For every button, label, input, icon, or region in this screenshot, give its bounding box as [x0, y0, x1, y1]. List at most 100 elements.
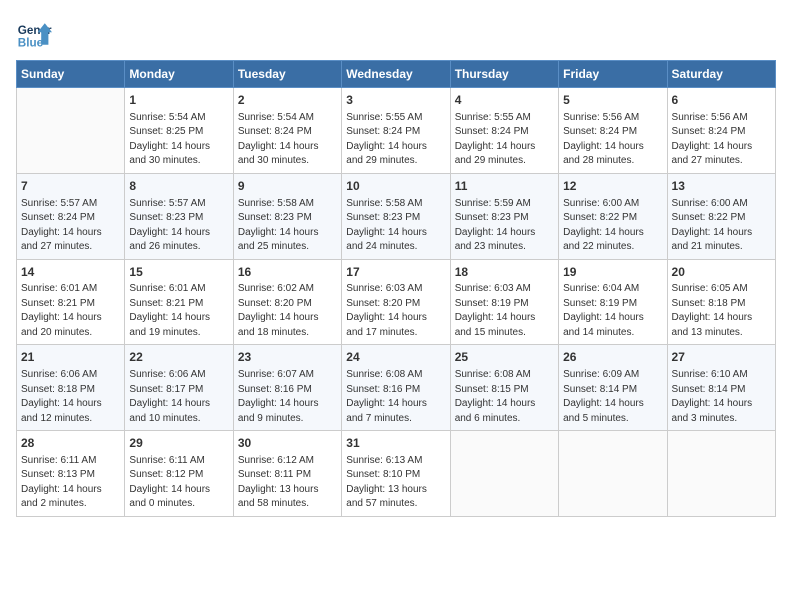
- day-number: 26: [563, 349, 662, 366]
- day-number: 21: [21, 349, 120, 366]
- calendar-cell: 20Sunrise: 6:05 AM Sunset: 8:18 PM Dayli…: [667, 259, 775, 345]
- day-number: 24: [346, 349, 445, 366]
- day-number: 23: [238, 349, 337, 366]
- day-info: Sunrise: 6:06 AM Sunset: 8:17 PM Dayligh…: [129, 368, 228, 426]
- day-info: Sunrise: 6:05 AM Sunset: 8:18 PM Dayligh…: [672, 282, 771, 340]
- calendar-cell: 14Sunrise: 6:01 AM Sunset: 8:21 PM Dayli…: [17, 259, 125, 345]
- day-info: Sunrise: 5:56 AM Sunset: 8:24 PM Dayligh…: [563, 111, 662, 169]
- day-number: 12: [563, 178, 662, 195]
- day-header-friday: Friday: [559, 61, 667, 88]
- day-info: Sunrise: 6:06 AM Sunset: 8:18 PM Dayligh…: [21, 368, 120, 426]
- calendar-table: SundayMondayTuesdayWednesdayThursdayFrid…: [16, 60, 776, 517]
- day-info: Sunrise: 6:07 AM Sunset: 8:16 PM Dayligh…: [238, 368, 337, 426]
- day-info: Sunrise: 6:01 AM Sunset: 8:21 PM Dayligh…: [129, 282, 228, 340]
- calendar-cell: 4 Sunrise: 5:55 AM Sunset: 8:24 PM Daylig…: [450, 88, 558, 174]
- day-number: 10: [346, 178, 445, 195]
- calendar-cell: 15Sunrise: 6:01 AM Sunset: 8:21 PM Dayli…: [125, 259, 233, 345]
- calendar-header-row: SundayMondayTuesdayWednesdayThursdayFrid…: [17, 61, 776, 88]
- calendar-week-row: 14Sunrise: 6:01 AM Sunset: 8:21 PM Dayli…: [17, 259, 776, 345]
- day-header-tuesday: Tuesday: [233, 61, 341, 88]
- day-info: Sunrise: 6:04 AM Sunset: 8:19 PM Dayligh…: [563, 282, 662, 340]
- day-header-wednesday: Wednesday: [342, 61, 450, 88]
- day-number: 1: [129, 92, 228, 109]
- calendar-cell: 28 Sunrise: 6:11 AM Sunset: 8:13 PM Dayli…: [17, 431, 125, 517]
- calendar-cell: 3 Sunrise: 5:55 AM Sunset: 8:24 PM Daylig…: [342, 88, 450, 174]
- day-number: 5: [563, 92, 662, 109]
- calendar-week-row: 21 Sunrise: 6:06 AM Sunset: 8:18 PM Dayli…: [17, 345, 776, 431]
- calendar-cell: 13 Sunrise: 6:00 AM Sunset: 8:22 PM Dayli…: [667, 173, 775, 259]
- day-info: Sunrise: 6:01 AM Sunset: 8:21 PM Dayligh…: [21, 282, 120, 340]
- calendar-cell: 31 Sunrise: 6:13 AM Sunset: 8:10 PM Dayli…: [342, 431, 450, 517]
- calendar-cell: [559, 431, 667, 517]
- calendar-cell: 16Sunrise: 6:02 AM Sunset: 8:20 PM Dayli…: [233, 259, 341, 345]
- calendar-cell: 8Sunrise: 5:57 AM Sunset: 8:23 PM Daylig…: [125, 173, 233, 259]
- day-number: 13: [672, 178, 771, 195]
- day-info: Sunrise: 5:59 AM Sunset: 8:23 PM Dayligh…: [455, 197, 554, 255]
- day-info: Sunrise: 5:55 AM Sunset: 8:24 PM Dayligh…: [455, 111, 554, 169]
- day-info: Sunrise: 5:57 AM Sunset: 8:24 PM Dayligh…: [21, 197, 120, 255]
- day-header-thursday: Thursday: [450, 61, 558, 88]
- day-number: 7: [21, 178, 120, 195]
- day-number: 3: [346, 92, 445, 109]
- day-info: Sunrise: 6:11 AM Sunset: 8:13 PM Dayligh…: [21, 454, 120, 512]
- day-number: 9: [238, 178, 337, 195]
- day-number: 15: [129, 264, 228, 281]
- day-number: 2: [238, 92, 337, 109]
- day-info: Sunrise: 6:03 AM Sunset: 8:19 PM Dayligh…: [455, 282, 554, 340]
- day-number: 16: [238, 264, 337, 281]
- calendar-cell: [667, 431, 775, 517]
- calendar-cell: 6 Sunrise: 5:56 AM Sunset: 8:24 PM Daylig…: [667, 88, 775, 174]
- day-info: Sunrise: 6:09 AM Sunset: 8:14 PM Dayligh…: [563, 368, 662, 426]
- calendar-cell: 30 Sunrise: 6:12 AM Sunset: 8:11 PM Dayli…: [233, 431, 341, 517]
- day-number: 20: [672, 264, 771, 281]
- calendar-cell: [450, 431, 558, 517]
- day-number: 30: [238, 435, 337, 452]
- day-number: 11: [455, 178, 554, 195]
- day-info: Sunrise: 6:00 AM Sunset: 8:22 PM Dayligh…: [672, 197, 771, 255]
- day-info: Sunrise: 6:10 AM Sunset: 8:14 PM Dayligh…: [672, 368, 771, 426]
- day-number: 31: [346, 435, 445, 452]
- day-number: 18: [455, 264, 554, 281]
- calendar-cell: 27 Sunrise: 6:10 AM Sunset: 8:14 PM Dayli…: [667, 345, 775, 431]
- calendar-cell: 12 Sunrise: 6:00 AM Sunset: 8:22 PM Dayli…: [559, 173, 667, 259]
- calendar-cell: 10 Sunrise: 5:58 AM Sunset: 8:23 PM Dayli…: [342, 173, 450, 259]
- day-info: Sunrise: 5:54 AM Sunset: 8:24 PM Dayligh…: [238, 111, 337, 169]
- calendar-cell: 5 Sunrise: 5:56 AM Sunset: 8:24 PM Daylig…: [559, 88, 667, 174]
- day-header-saturday: Saturday: [667, 61, 775, 88]
- calendar-cell: 22Sunrise: 6:06 AM Sunset: 8:17 PM Dayli…: [125, 345, 233, 431]
- calendar-cell: 19Sunrise: 6:04 AM Sunset: 8:19 PM Dayli…: [559, 259, 667, 345]
- day-info: Sunrise: 5:56 AM Sunset: 8:24 PM Dayligh…: [672, 111, 771, 169]
- day-number: 27: [672, 349, 771, 366]
- page-header: General Blue: [16, 16, 776, 52]
- day-info: Sunrise: 6:08 AM Sunset: 8:16 PM Dayligh…: [346, 368, 445, 426]
- logo-icon: General Blue: [16, 16, 52, 52]
- day-number: 19: [563, 264, 662, 281]
- day-number: 8: [129, 178, 228, 195]
- calendar-cell: [17, 88, 125, 174]
- day-info: Sunrise: 6:12 AM Sunset: 8:11 PM Dayligh…: [238, 454, 337, 512]
- day-info: Sunrise: 6:13 AM Sunset: 8:10 PM Dayligh…: [346, 454, 445, 512]
- calendar-cell: 23 Sunrise: 6:07 AM Sunset: 8:16 PM Dayli…: [233, 345, 341, 431]
- svg-text:Blue: Blue: [18, 37, 44, 50]
- day-info: Sunrise: 6:00 AM Sunset: 8:22 PM Dayligh…: [563, 197, 662, 255]
- day-header-sunday: Sunday: [17, 61, 125, 88]
- calendar-cell: 11 Sunrise: 5:59 AM Sunset: 8:23 PM Dayli…: [450, 173, 558, 259]
- day-info: Sunrise: 5:58 AM Sunset: 8:23 PM Dayligh…: [346, 197, 445, 255]
- day-number: 4: [455, 92, 554, 109]
- calendar-week-row: 7 Sunrise: 5:57 AM Sunset: 8:24 PM Daylig…: [17, 173, 776, 259]
- calendar-cell: 1 Sunrise: 5:54 AM Sunset: 8:25 PM Daylig…: [125, 88, 233, 174]
- day-info: Sunrise: 5:55 AM Sunset: 8:24 PM Dayligh…: [346, 111, 445, 169]
- calendar-week-row: 28 Sunrise: 6:11 AM Sunset: 8:13 PM Dayli…: [17, 431, 776, 517]
- calendar-cell: 29Sunrise: 6:11 AM Sunset: 8:12 PM Dayli…: [125, 431, 233, 517]
- day-info: Sunrise: 5:54 AM Sunset: 8:25 PM Dayligh…: [129, 111, 228, 169]
- calendar-cell: 26 Sunrise: 6:09 AM Sunset: 8:14 PM Dayli…: [559, 345, 667, 431]
- day-number: 17: [346, 264, 445, 281]
- day-number: 14: [21, 264, 120, 281]
- day-info: Sunrise: 6:03 AM Sunset: 8:20 PM Dayligh…: [346, 282, 445, 340]
- day-info: Sunrise: 6:11 AM Sunset: 8:12 PM Dayligh…: [129, 454, 228, 512]
- day-number: 6: [672, 92, 771, 109]
- calendar-cell: 24 Sunrise: 6:08 AM Sunset: 8:16 PM Dayli…: [342, 345, 450, 431]
- logo: General Blue: [16, 16, 52, 52]
- day-number: 28: [21, 435, 120, 452]
- calendar-cell: 25Sunrise: 6:08 AM Sunset: 8:15 PM Dayli…: [450, 345, 558, 431]
